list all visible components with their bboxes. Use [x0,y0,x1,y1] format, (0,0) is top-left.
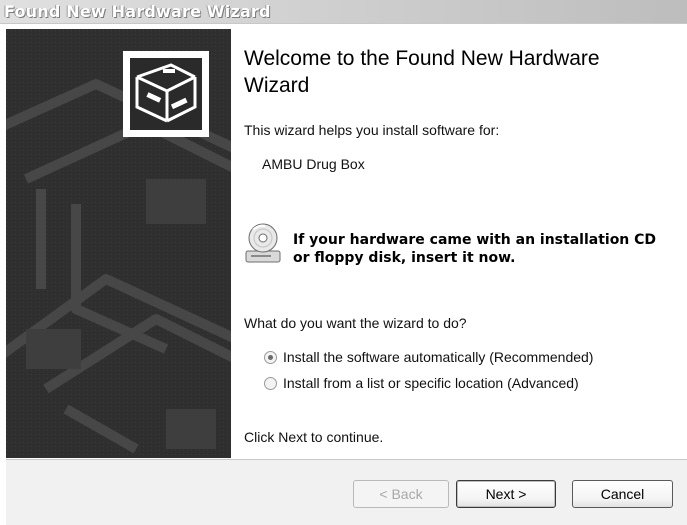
wizard-side-banner [6,29,231,458]
cd-prompt-line1: If your hardware came with an installati… [293,232,657,248]
cd-drive-icon [243,221,283,265]
back-button[interactable]: < Back [353,480,449,508]
wizard-window: Found New Hardware Wizard Welcome to the… [0,0,687,525]
question-text: What do you want the wizard to do? [244,315,467,331]
hardware-wizard-icon [123,51,209,137]
option-install-automatically[interactable]: Install the software automatically (Reco… [264,347,593,367]
next-button[interactable]: Next > [456,480,556,508]
radio-install-from-list[interactable] [264,376,277,390]
option-label-advanced[interactable]: Install from a list or specific location… [283,375,579,391]
title-bar[interactable]: Found New Hardware Wizard [0,0,687,24]
cancel-button[interactable]: Cancel [572,480,673,508]
intro-text: This wizard helps you install software f… [244,122,500,138]
window-title: Found New Hardware Wizard [4,2,271,21]
radio-install-automatically[interactable] [264,350,277,364]
continue-hint: Click Next to continue. [244,429,384,445]
cd-prompt-line2: or floppy disk, insert it now. [293,250,516,266]
radio-selected-dot [268,354,273,360]
cd-prompt: If your hardware came with an installati… [293,231,673,267]
option-label-automatic[interactable]: Install the software automatically (Reco… [283,349,593,365]
option-install-from-list[interactable]: Install from a list or specific location… [264,373,579,393]
wizard-heading: Welcome to the Found New Hardware Wizard [244,47,600,97]
device-name: AMBU Drug Box [262,156,365,172]
